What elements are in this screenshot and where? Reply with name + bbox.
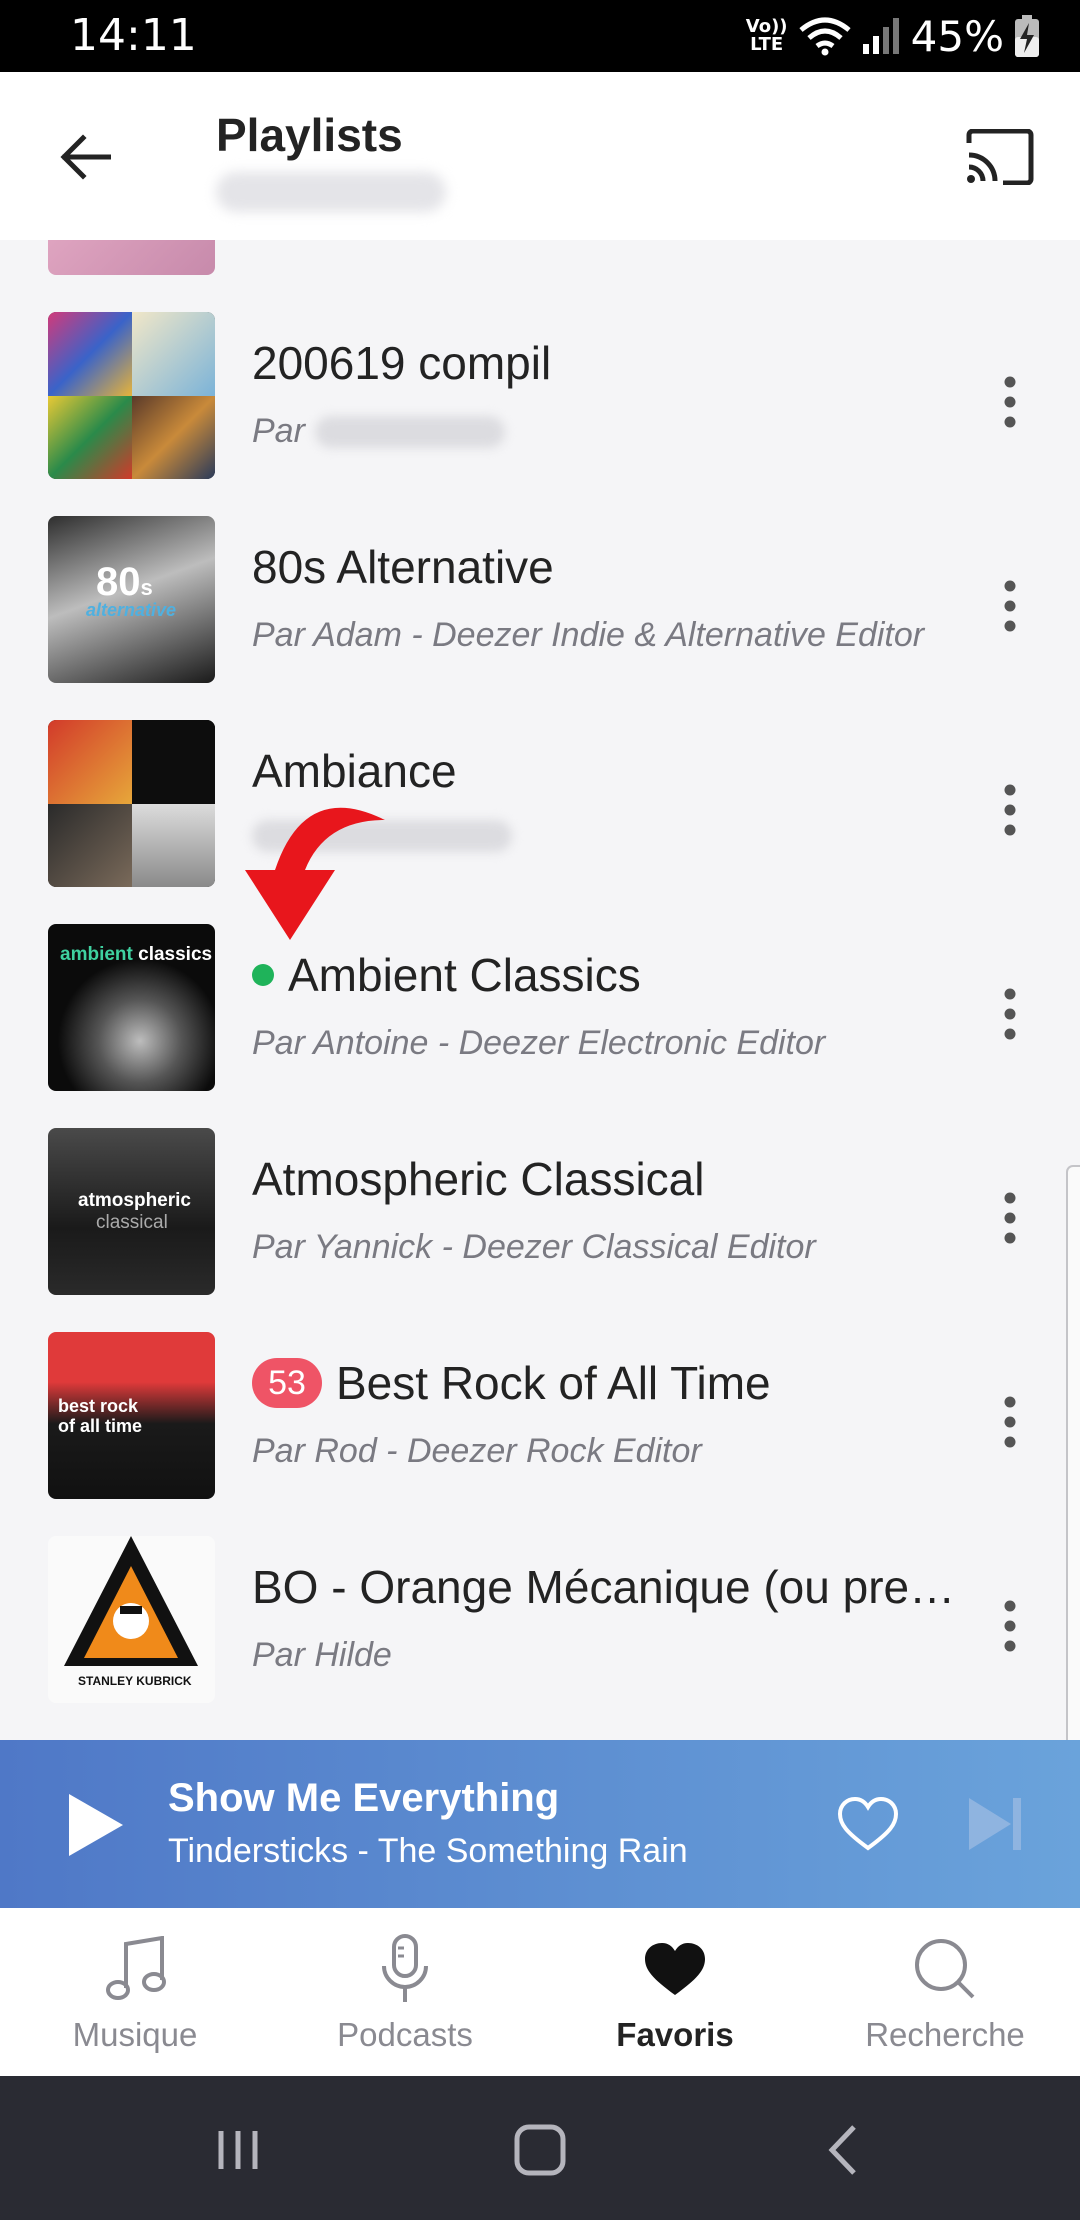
system-back-button[interactable] [802,2110,882,2190]
more-vertical-icon [1004,580,1016,632]
subtitle-prefix: Par [252,412,305,450]
playlist-title: 53 Best Rock of All Time [252,1356,771,1410]
cover-text: ambient classics [60,944,213,965]
status-bar: 14:11 Vo)) LTE 45% [0,0,1080,72]
playlist-cover [48,312,215,479]
heart-icon [640,1934,710,2004]
playlist-cover: atmospheric classical [48,1128,215,1295]
more-options-button[interactable] [980,1178,1040,1258]
favorite-button[interactable] [828,1784,908,1864]
recent-apps-icon [218,2131,258,2169]
playlist-row[interactable]: best rock of all time 53 Best Rock of All… [0,1332,1080,1536]
downloaded-indicator [252,964,274,986]
skip-next-icon [969,1798,1021,1850]
next-track-button[interactable] [955,1784,1035,1864]
blurred-username [216,172,446,212]
more-options-button[interactable] [980,770,1040,850]
nav-label: Podcasts [337,2016,473,2053]
system-navigation-bar [0,2076,1080,2220]
new-tracks-badge: 53 [252,1358,322,1408]
battery-charging-icon [1015,15,1039,57]
volte-indicator: Vo)) LTE [745,16,788,55]
nav-tab-favoris[interactable]: Favoris [540,1908,810,2076]
bottom-navigation: Musique Podcasts Favoris Recherche [0,1908,1080,2076]
playlist-subtitle: Par Rod - Deezer Rock Editor [252,1432,702,1470]
status-time: 14:11 [70,10,197,61]
search-icon [910,1934,980,2004]
playlist-title-text: Best Rock of All Time [336,1357,771,1409]
more-options-button[interactable] [980,566,1040,646]
cast-icon [966,129,1034,185]
battery-percent: 45% [910,11,1004,61]
back-button[interactable] [40,112,130,202]
red-arrow-annotation [245,807,385,940]
playlist-list[interactable]: 200619 compil Par 80s alternative 80s Al… [0,240,1080,1745]
cover-text: STANLEY KUBRICK [78,1674,192,1688]
recent-apps-button[interactable] [198,2110,278,2190]
playlist-subtitle: Par Antoine - Deezer Electronic Editor [252,1024,826,1062]
scrollbar[interactable] [1066,1165,1080,1795]
cover-text: atmospheric [78,1190,191,1211]
playlist-cover: best rock of all time [48,1332,215,1499]
play-icon [69,1794,123,1856]
playlist-row[interactable]: 200619 compil Par [0,312,1080,516]
more-vertical-icon [1004,1396,1016,1448]
now-playing-title: Show Me Everything [168,1776,560,1820]
blurred-author [314,415,505,448]
music-note-icon [100,1934,170,2004]
more-options-button[interactable] [980,974,1040,1054]
mini-player[interactable]: Show Me Everything Tindersticks - The So… [0,1740,1080,1908]
playlist-row[interactable]: 80s alternative 80s Alternative Par Adam… [0,516,1080,720]
playlist-row[interactable]: atmospheric classical Atmospheric Classi… [0,1128,1080,1332]
now-playing-artist: Tindersticks - The Something Rain [168,1832,688,1870]
more-vertical-icon [1004,1600,1016,1652]
more-vertical-icon [1004,376,1016,428]
playlist-cover: STANLEY KUBRICK [48,1536,215,1703]
playlist-cover-partial[interactable] [48,240,215,275]
more-options-button[interactable] [980,362,1040,442]
playlist-title: Atmospheric Classical [252,1153,705,1205]
nav-label: Recherche [865,2016,1025,2053]
nav-label: Musique [72,2016,198,2053]
arrow-left-icon [60,134,111,180]
play-button[interactable] [50,1780,140,1870]
cover-text: classical [96,1212,168,1233]
app-header: Playlists [0,72,1080,240]
playlist-title: 200619 compil [252,337,552,389]
playlist-cover: 80s alternative [48,516,215,683]
playlist-cover [48,720,215,887]
playlist-title: 80s Alternative [252,541,554,593]
cover-text: alternative [86,600,177,620]
home-icon [514,2124,566,2176]
wifi-icon [799,17,851,56]
more-options-button[interactable] [980,1586,1040,1666]
more-vertical-icon [1004,988,1016,1040]
heart-outline-icon [837,1796,899,1851]
cast-button[interactable] [950,112,1050,202]
nav-tab-musique[interactable]: Musique [0,1908,270,2076]
home-button[interactable] [500,2110,580,2190]
more-options-button[interactable] [980,1382,1040,1462]
playlist-row[interactable]: Ambiance [0,720,1080,924]
playlist-row[interactable]: STANLEY KUBRICK BO - Orange Mécanique (o… [0,1536,1080,1740]
playlist-subtitle: Par Yannick - Deezer Classical Editor [252,1228,816,1266]
playlist-title: BO - Orange Mécanique (ou pre… [252,1561,952,1613]
signal-icon [862,18,899,54]
playlist-subtitle: Par [252,412,505,451]
playlist-subtitle: Par Adam - Deezer Indie & Alternative Ed… [252,616,925,654]
playlist-subtitle: Par Hilde [252,1636,392,1674]
cover-text: best rock of all time [58,1396,143,1436]
more-vertical-icon [1004,1192,1016,1244]
page-title: Playlists [216,109,403,161]
nav-tab-recherche[interactable]: Recherche [810,1908,1080,2076]
playlist-cover: ambient classics [48,924,215,1091]
status-indicators: Vo)) LTE 45% [745,11,1040,61]
chevron-left-icon [828,2125,856,2175]
cover-text: 80s [96,560,153,604]
nav-label: Favoris [616,2016,734,2053]
playlist-row[interactable]: ambient classics Ambient Classics Par An… [0,924,1080,1128]
more-vertical-icon [1004,784,1016,836]
nav-tab-podcasts[interactable]: Podcasts [270,1908,540,2076]
microphone-icon [370,1934,440,2004]
